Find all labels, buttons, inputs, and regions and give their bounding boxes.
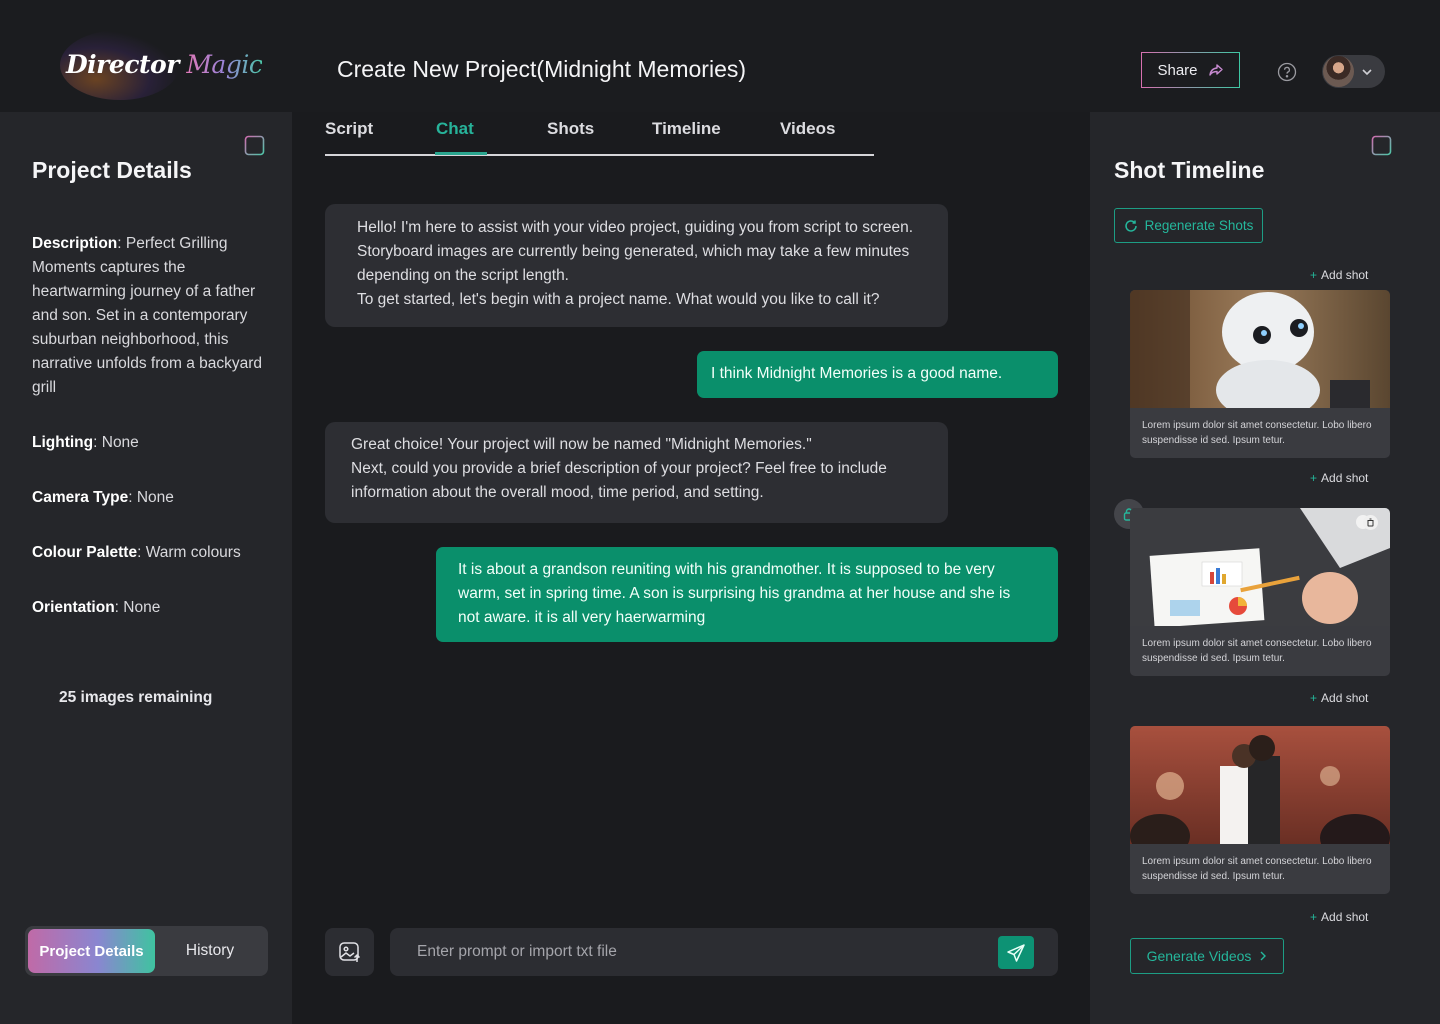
main-tabs: Script Chat Shots Timeline Videos [325,112,874,156]
share-arrow-icon [1208,64,1223,76]
prompt-box [390,928,1058,976]
help-icon[interactable] [1277,62,1297,82]
sidebar-toggle-icon[interactable] [1371,135,1392,156]
share-label: Share [1157,61,1198,79]
plus-icon: + [1310,268,1318,282]
chevron-right-icon [1260,951,1267,961]
detail-value: None [97,434,139,451]
app-logo[interactable]: Director Magic [66,50,263,79]
regenerate-label: Regenerate Shots [1144,218,1254,233]
detail-value: Perfect Grilling Moments captures the he… [32,235,263,396]
shot-timeline-panel: Shot Timeline Regenerate Shots + Add shot… [1090,112,1440,1024]
message-line: It is about a grandson reuniting with hi… [458,561,1011,626]
add-shot-button[interactable]: + Add shot [1310,268,1368,282]
chevron-down-icon [1362,69,1372,76]
tab-project-details[interactable]: Project Details [28,929,155,973]
panel-tab-switcher: Project Details History [25,926,268,976]
refresh-icon [1124,219,1137,232]
generate-videos-button[interactable]: Generate Videos [1130,938,1284,974]
detail-label: Camera Type [32,489,129,506]
message-line: To get started, let's begin with a proje… [357,291,880,308]
shot-thumbnail [1130,290,1390,408]
tab-chat[interactable]: Chat [436,119,474,139]
tab-shots[interactable]: Shots [547,119,594,139]
logo-word-director: Director [66,50,179,79]
detail-label: Colour Palette [32,544,138,561]
send-icon [1007,943,1025,962]
generate-videos-label: Generate Videos [1146,948,1252,964]
chat-message-assistant: Great choice! Your project will now be n… [325,422,948,523]
shot-card[interactable]: Lorem ipsum dolor sit amet consectetur. … [1130,726,1390,894]
sidebar-toggle-icon[interactable] [244,135,265,156]
message-line: Next, could you provide a brief descript… [351,460,887,501]
page-title: Create New Project(Midnight Memories) [337,56,747,82]
plus-icon: + [1310,691,1318,705]
active-tab-indicator [435,152,487,155]
detail-orientation: Orientation: None [32,599,161,616]
panel-title: Shot Timeline [1114,157,1265,183]
chat-message-user: It is about a grandson reuniting with hi… [436,547,1058,642]
project-details-panel: Project Details Description: Perfect Gri… [0,112,292,1024]
user-menu[interactable] [1322,55,1385,88]
image-upload-icon [338,942,360,962]
shot-caption: Lorem ipsum dolor sit amet consectetur. … [1142,638,1372,664]
add-shot-button[interactable]: + Add shot [1310,471,1368,485]
regenerate-shots-button[interactable]: Regenerate Shots [1114,208,1263,243]
message-line: Hello! I'm here to assist with your vide… [357,219,914,284]
shot-card[interactable]: Lorem ipsum dolor sit amet consectetur. … [1130,290,1390,458]
detail-value: None [118,599,161,616]
shot-thumbnail [1130,726,1390,844]
detail-value: Warm colours [141,544,241,561]
shot-thumbnail [1130,508,1390,626]
detail-label: Description [32,235,118,252]
prompt-input[interactable] [390,928,990,976]
trash-icon [1367,518,1374,527]
add-shot-label: Add shot [1321,471,1369,485]
plus-icon: + [1310,471,1318,485]
detail-label: Orientation [32,599,115,616]
add-shot-button[interactable]: + Add shot [1310,910,1368,924]
logo-word-magic: Magic [186,50,263,79]
add-shot-label: Add shot [1321,910,1369,924]
panel-title: Project Details [32,157,192,183]
message-line: I think Midnight Memories is a good name… [711,365,1003,382]
share-button[interactable]: Share [1141,52,1240,88]
detail-value: None [132,489,174,506]
images-remaining: 25 images remaining [59,689,213,706]
add-shot-button[interactable]: + Add shot [1310,691,1368,705]
send-button[interactable] [998,936,1034,969]
tab-videos[interactable]: Videos [780,119,835,139]
detail-label: Lighting [32,434,94,451]
delete-shot-button[interactable] [1363,515,1378,530]
shot-caption: Lorem ipsum dolor sit amet consectetur. … [1142,420,1372,446]
avatar [1323,56,1354,87]
tab-script[interactable]: Script [325,119,373,139]
detail-colour-palette: Colour Palette: Warm colours [32,544,241,561]
add-shot-label: Add shot [1321,691,1369,705]
add-shot-label: Add shot [1321,268,1369,282]
tab-history[interactable]: History [155,929,265,973]
chat-message-user: I think Midnight Memories is a good name… [697,351,1058,398]
plus-icon: + [1310,910,1318,924]
detail-description: Description: Perfect Grilling Moments ca… [32,235,263,396]
app-header: Director Magic Create New Project(Midnig… [0,0,1440,112]
chat-message-assistant: Hello! I'm here to assist with your vide… [325,204,948,327]
shot-card[interactable]: Lorem ipsum dolor sit amet consectetur. … [1130,508,1390,676]
shot-caption: Lorem ipsum dolor sit amet consectetur. … [1142,856,1372,882]
detail-camera-type: Camera Type: None [32,489,174,506]
detail-lighting: Lighting: None [32,434,139,451]
import-image-button[interactable] [325,928,374,976]
tab-timeline[interactable]: Timeline [652,119,721,139]
message-line: Great choice! Your project will now be n… [351,436,812,453]
